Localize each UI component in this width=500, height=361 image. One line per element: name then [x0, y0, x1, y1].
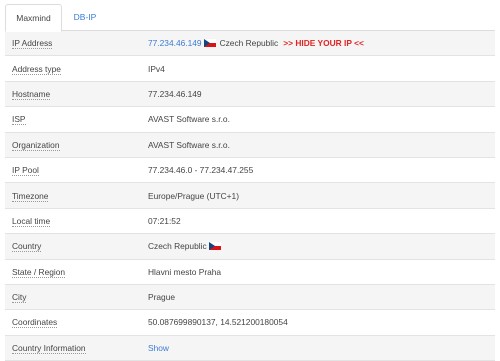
- source-tabs: Maxmind DB-IP: [5, 0, 495, 32]
- row-value: 77.234.46.149 Czech Republic >> HIDE YOU…: [148, 38, 495, 48]
- row-value: Europe/Prague (UTC+1): [148, 190, 240, 201]
- row-local-time: Local time 07:21:52: [5, 208, 495, 235]
- row-label: IP Address: [12, 38, 53, 50]
- row-label: State / Region: [12, 266, 66, 278]
- row-value: AVAST Software s.r.o.: [148, 139, 230, 150]
- row-label: Country: [12, 241, 42, 253]
- row-hostname: Hostname 77.234.46.149: [5, 81, 495, 108]
- row-value: 77.234.46.149: [148, 88, 202, 99]
- row-timezone: Timezone Europe/Prague (UTC+1): [5, 183, 495, 209]
- row-label: Address type: [12, 63, 61, 75]
- row-label: Hostname: [12, 88, 51, 100]
- country-name: Czech Republic: [148, 241, 207, 252]
- tab-maxmind[interactable]: Maxmind: [5, 4, 62, 32]
- row-country: Country Czech Republic: [5, 234, 495, 260]
- row-label: Coordinates: [12, 317, 58, 329]
- row-value: Czech Republic: [148, 241, 495, 251]
- row-value: 50.087699890137, 14.521200180054: [148, 317, 288, 328]
- row-label: City: [12, 292, 27, 304]
- row-label: Country Information: [12, 342, 86, 354]
- row-label: Timezone: [12, 190, 49, 202]
- country-name: Czech Republic: [219, 38, 279, 49]
- row-ip-address: IP Address 77.234.46.149 Czech Republic …: [5, 31, 495, 57]
- hide-your-ip-link[interactable]: >> HIDE YOUR IP <<: [283, 38, 364, 48]
- row-value: 07:21:52: [148, 215, 181, 226]
- row-country-information: Country Information Show: [5, 335, 495, 361]
- row-label: IP Pool: [12, 165, 39, 177]
- row-label: Organization: [12, 139, 60, 151]
- row-value: Prague: [148, 292, 176, 303]
- czech-flag-icon: [203, 39, 216, 48]
- row-coordinates: Coordinates 50.087699890137, 14.52120018…: [5, 310, 495, 336]
- czech-flag-icon: [208, 242, 221, 251]
- show-country-info-link[interactable]: Show: [148, 343, 169, 353]
- row-isp: ISP AVAST Software s.r.o.: [5, 107, 495, 133]
- ip-info-table: IP Address 77.234.46.149 Czech Republic …: [5, 31, 495, 361]
- row-label: ISP: [12, 114, 26, 126]
- row-address-type: Address type IPv4: [5, 56, 495, 82]
- row-ip-pool: IP Pool 77.234.46.0 - 77.234.47.255: [5, 157, 495, 184]
- tab-db-ip[interactable]: DB-IP: [65, 4, 105, 30]
- row-city: City Prague: [5, 284, 495, 311]
- row-value: AVAST Software s.r.o.: [148, 114, 230, 125]
- row-label: Local time: [12, 215, 51, 227]
- row-value: 77.234.46.0 - 77.234.47.255: [148, 165, 254, 176]
- row-value: IPv4: [148, 63, 165, 74]
- row-organization: Organization AVAST Software s.r.o.: [5, 132, 495, 158]
- row-value: Show: [148, 343, 495, 353]
- ip-address-link[interactable]: 77.234.46.149: [148, 38, 202, 48]
- row-state-region: State / Region Hlavni mesto Praha: [5, 259, 495, 285]
- row-value: Hlavni mesto Praha: [148, 266, 222, 277]
